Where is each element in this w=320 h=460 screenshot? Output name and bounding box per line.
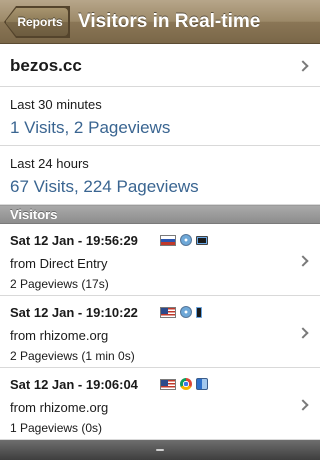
visitor-icons bbox=[160, 378, 208, 390]
stat-label: Last 30 minutes bbox=[10, 97, 102, 112]
visit-referrer: from rhizome.org bbox=[10, 400, 109, 415]
drag-handle-icon[interactable] bbox=[156, 449, 164, 451]
visit-referrer: from Direct Entry bbox=[10, 256, 108, 271]
stat-value: 1 Visits, 2 Pageviews bbox=[10, 118, 171, 137]
visitors-section-header: Visitors bbox=[0, 205, 320, 224]
site-name: bezos.cc bbox=[10, 56, 82, 75]
visit-pageviews: 1 Pageviews (0s) bbox=[10, 421, 103, 435]
visitor-icons bbox=[160, 306, 202, 318]
stats-last-24-hours: Last 24 hours 67 Visits, 224 Pageviews bbox=[0, 146, 320, 205]
chevron-right-icon bbox=[297, 60, 309, 72]
page-title: Visitors in Real-time bbox=[78, 11, 261, 32]
visitor-row[interactable]: Sat 12 Jan - 19:10:22 from rhizome.org 2… bbox=[0, 296, 320, 368]
visitor-row[interactable]: Sat 12 Jan - 19:06:04 from rhizome.org 1… bbox=[0, 368, 320, 440]
visitor-icons bbox=[160, 234, 208, 246]
reports-back-button[interactable]: Reports bbox=[5, 7, 69, 37]
safari-icon bbox=[180, 306, 192, 318]
visit-pageviews: 2 Pageviews (1 min 0s) bbox=[10, 349, 135, 363]
russia-flag-icon bbox=[160, 234, 176, 246]
chevron-right-icon bbox=[297, 327, 309, 339]
safari-icon bbox=[180, 234, 192, 246]
chevron-right-icon bbox=[297, 255, 309, 267]
stats-last-30-minutes: Last 30 minutes 1 Visits, 2 Pageviews bbox=[0, 87, 320, 146]
visit-time: Sat 12 Jan - 19:56:29 bbox=[10, 233, 138, 248]
visit-referrer: from rhizome.org bbox=[10, 328, 109, 343]
ipad-icon bbox=[196, 235, 208, 245]
us-flag-icon bbox=[160, 306, 176, 318]
visitor-row[interactable]: Sat 12 Jan - 19:56:29 from Direct Entry … bbox=[0, 224, 320, 296]
chevron-right-icon bbox=[297, 399, 309, 411]
finder-icon bbox=[196, 378, 208, 390]
visit-pageviews: 2 Pageviews (17s) bbox=[10, 277, 109, 291]
bottom-toolbar[interactable] bbox=[0, 440, 320, 460]
chrome-icon bbox=[180, 378, 192, 390]
visit-time: Sat 12 Jan - 19:10:22 bbox=[10, 305, 138, 320]
visit-time: Sat 12 Jan - 19:06:04 bbox=[10, 377, 138, 392]
stat-label: Last 24 hours bbox=[10, 156, 89, 171]
stat-value: 67 Visits, 224 Pageviews bbox=[10, 177, 199, 196]
site-row[interactable]: bezos.cc bbox=[0, 45, 320, 87]
navigation-bar: Reports Visitors in Real-time bbox=[0, 0, 320, 44]
iphone-icon bbox=[196, 306, 202, 318]
us-flag-icon bbox=[160, 378, 176, 390]
